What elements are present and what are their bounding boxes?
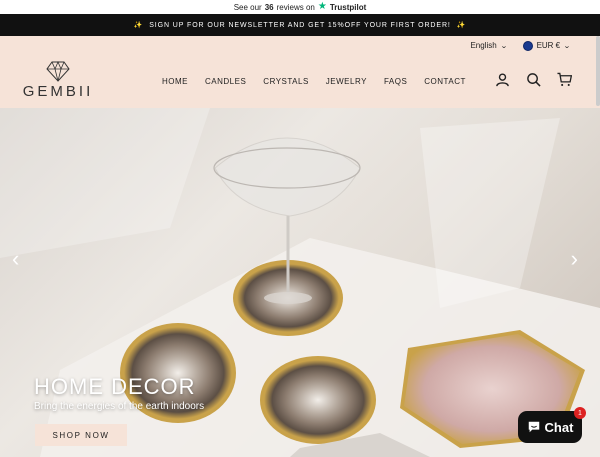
logo[interactable]: GEMBII [22, 60, 94, 100]
trustpilot-suffix: reviews on [276, 2, 315, 12]
trustpilot-brand: Trustpilot [329, 2, 367, 12]
chevron-left-icon[interactable]: ‹ [12, 248, 19, 270]
chat-notification-badge: 1 [574, 407, 586, 419]
star-icon: ★ [317, 1, 327, 12]
currency-selector[interactable]: EUR € ⌄ [522, 40, 571, 51]
announcement-bar[interactable]: ✨ SIGN UP FOR OUR NEWSLETTER AND GET 15%… [0, 14, 600, 36]
nav-item-contact[interactable]: CONTACT [424, 77, 466, 86]
scrollbar[interactable] [596, 36, 600, 106]
nav-item-home[interactable]: HOME [162, 77, 188, 86]
chevron-down-icon: ⌄ [563, 42, 571, 50]
hero-subtitle: Bring the energies of the earth indoors [34, 401, 205, 412]
announcement-text: SIGN UP FOR OUR NEWSLETTER AND GET 15%OF… [149, 21, 451, 29]
chevron-right-icon[interactable]: › [571, 248, 578, 270]
nav-item-candles[interactable]: CANDLES [205, 77, 246, 86]
sparkle-icon: ✨ [133, 22, 144, 29]
hero-title: HOME DECOR [34, 374, 196, 399]
hero-slideshow[interactable]: ‹ › HOME DECOR Bring the energies of the… [0, 108, 600, 457]
search-icon[interactable] [526, 72, 541, 87]
nav-item-faqs[interactable]: FAQS [384, 77, 407, 86]
chat-label: Chat [544, 419, 574, 435]
chat-bubble-icon [528, 421, 539, 433]
language-label: English [470, 41, 497, 50]
cart-icon[interactable] [557, 72, 572, 87]
sparkle-icon: ✨ [456, 22, 467, 29]
trustpilot-review-count: 36 [264, 2, 274, 12]
chevron-down-icon: ⌄ [499, 42, 508, 50]
shop-now-button[interactable]: SHOP NOW [35, 424, 127, 446]
site-header: GEMBII HOME CANDLES CRYSTALS JEWELRY FAQ… [0, 55, 600, 108]
chat-button[interactable]: Chat [518, 411, 582, 443]
language-selector[interactable]: English ⌄ [470, 41, 508, 50]
trustpilot-prefix: See our [233, 2, 262, 12]
main-nav: HOME CANDLES CRYSTALS JEWELRY FAQS CONTA… [162, 55, 466, 108]
flag-icon [522, 40, 533, 51]
trustpilot-bar[interactable]: See our 36 reviews on ★ Trustpilot [0, 0, 600, 14]
nav-item-jewelry[interactable]: JEWELRY [326, 77, 367, 86]
nav-item-crystals[interactable]: CRYSTALS [263, 77, 309, 86]
header-icons [495, 72, 572, 87]
utility-bar: English ⌄ EUR € ⌄ [0, 36, 600, 55]
currency-label: EUR € [536, 41, 561, 50]
gem-logo-icon [46, 60, 70, 82]
user-icon[interactable] [495, 72, 510, 87]
logo-text: GEMBII [22, 83, 94, 100]
